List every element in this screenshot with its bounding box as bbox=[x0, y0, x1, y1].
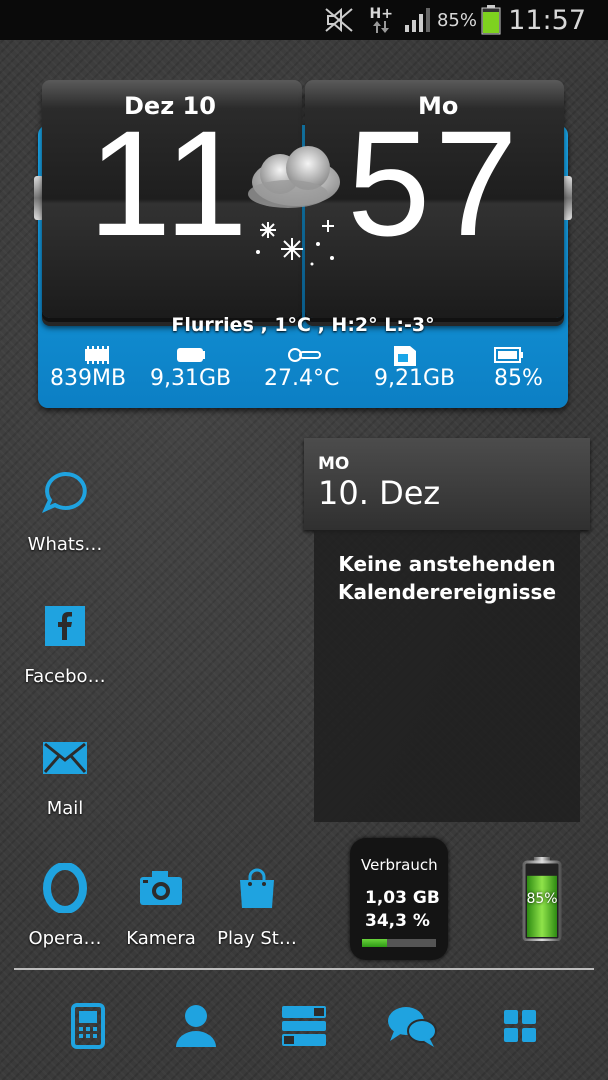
app-mail[interactable]: Mail bbox=[10, 728, 120, 819]
calendar-empty-line-1: Keine anstehenden bbox=[338, 552, 556, 576]
app-label: Kamera bbox=[126, 928, 196, 949]
notes-icon[interactable] bbox=[274, 1000, 334, 1052]
mute-icon bbox=[324, 0, 356, 40]
signal-icon bbox=[404, 0, 432, 40]
data-activity-icon bbox=[373, 21, 390, 33]
calendar-header[interactable]: MO 10. Dez bbox=[304, 438, 590, 530]
app-label: Whats… bbox=[27, 534, 103, 555]
storage-icon bbox=[176, 346, 206, 368]
data-usage-amount: 1,03 GB bbox=[365, 888, 440, 908]
calendar-empty-message: Keine anstehenden Kalenderereignisse bbox=[314, 550, 580, 606]
calendar-day-of-week: MO bbox=[318, 454, 350, 474]
clock-minute: 57 bbox=[347, 99, 522, 267]
snow-cloud-icon bbox=[228, 140, 358, 274]
mail-icon bbox=[35, 728, 95, 788]
app-whatsapp[interactable]: Whats… bbox=[10, 464, 120, 555]
app-label: Opera… bbox=[28, 928, 102, 949]
chat-bubble-icon bbox=[35, 464, 95, 524]
battery-widget-percent: 85% bbox=[526, 891, 558, 907]
app-opera[interactable]: Opera… bbox=[10, 858, 120, 949]
calendar-events-panel[interactable]: Keine anstehenden Kalenderereignisse bbox=[314, 530, 580, 822]
sd-storage-value: 9,21GB bbox=[374, 366, 456, 391]
app-drawer-icon[interactable] bbox=[490, 1000, 550, 1052]
network-type: H+ bbox=[370, 0, 393, 40]
status-bar: H+ 85% 11:57 bbox=[0, 0, 608, 40]
data-usage-title: Verbrauch bbox=[361, 856, 438, 874]
dock-divider bbox=[14, 968, 594, 970]
temperature-value: 27.4°C bbox=[264, 366, 340, 391]
battery-widget[interactable]: 85% bbox=[521, 857, 563, 942]
calendar-date: 10. Dez bbox=[318, 474, 441, 512]
messages-icon[interactable] bbox=[382, 1000, 442, 1052]
contacts-icon[interactable] bbox=[166, 1000, 226, 1052]
data-usage-bar bbox=[362, 939, 436, 947]
camera-icon bbox=[131, 858, 191, 918]
app-play-store[interactable]: Play St… bbox=[202, 858, 312, 949]
calendar-empty-line-2: Kalenderereignisse bbox=[337, 580, 557, 604]
ram-chip-icon bbox=[82, 346, 112, 368]
data-usage-widget[interactable]: Verbrauch 1,03 GB 34,3 % bbox=[350, 838, 448, 960]
app-facebook[interactable]: Facebo… bbox=[10, 596, 120, 687]
app-label: Mail bbox=[46, 798, 84, 819]
opera-icon bbox=[35, 858, 95, 918]
app-kamera[interactable]: Kamera bbox=[106, 858, 216, 949]
status-time: 11:57 bbox=[508, 4, 586, 36]
clock-weather-widget[interactable]: Dez 10 11 Mo 57 Flurries , 1°C , H:2° L:… bbox=[34, 80, 572, 410]
thermometer-icon bbox=[288, 346, 322, 368]
network-type-label: H+ bbox=[369, 6, 393, 22]
battery-value: 85% bbox=[494, 366, 543, 391]
weather-summary: Flurries , 1°C , H:2° L:-3° bbox=[171, 314, 435, 336]
data-usage-bar-fill bbox=[362, 939, 388, 947]
battery-status-icon bbox=[494, 346, 524, 368]
battery-percent: 85% bbox=[436, 9, 477, 31]
internal-storage-value: 9,31GB bbox=[150, 366, 232, 391]
phone-icon[interactable] bbox=[58, 1000, 118, 1052]
shopping-bag-icon bbox=[227, 858, 287, 918]
data-usage-percent: 34,3 % bbox=[365, 911, 430, 931]
battery-icon bbox=[481, 0, 501, 40]
facebook-icon bbox=[35, 596, 95, 656]
app-label: Facebo… bbox=[24, 666, 106, 687]
ram-value: 839MB bbox=[50, 366, 127, 391]
app-label: Play St… bbox=[217, 928, 297, 949]
